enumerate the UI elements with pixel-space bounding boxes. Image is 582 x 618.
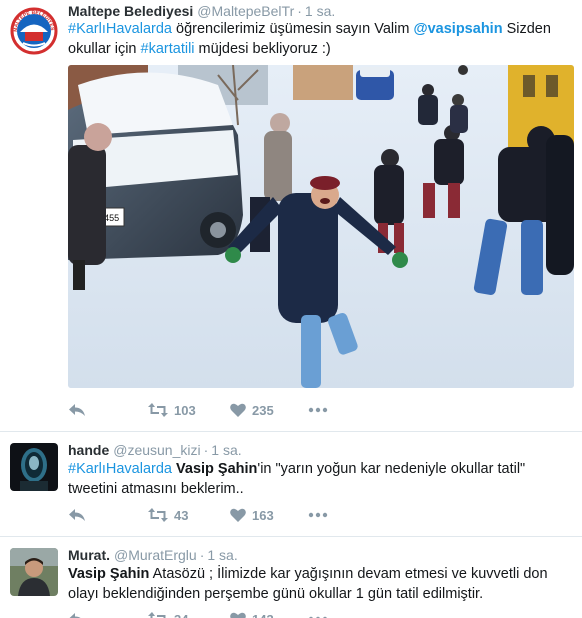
retweet-count: 43 [174,507,189,523]
like-count: 235 [252,402,274,418]
retweet-icon [148,403,168,417]
retweet-icon [148,612,166,618]
separator-dot: · [203,442,209,458]
tweet-actions: 34 143 [68,609,568,618]
tweet-murat: Murat. @MuratErglu · 1 sa. Vasip Şahin Atas… [0,536,582,618]
snow-scene-image: P 5455 [68,65,574,388]
more-icon [308,407,328,413]
reply-icon [69,404,85,416]
like-button[interactable]: 235 [230,400,274,420]
avatar[interactable]: MALTEPE BELEDİYESİ [10,7,58,55]
timestamp[interactable]: 1 sa. [207,547,237,563]
profile-photo-icon [10,443,58,491]
more-icon [308,512,328,518]
timestamp[interactable]: 1 sa. [211,442,241,458]
timestamp[interactable]: 1 sa. [305,3,335,19]
tweet-text-part: müjdesi bekliyoruz :) [194,41,331,57]
display-name[interactable]: Murat. [68,547,110,563]
retweet-button[interactable]: 43 [148,505,188,525]
mention-link[interactable]: @vasipsahin [413,21,502,37]
reply-button[interactable] [68,505,86,525]
reply-button[interactable] [68,609,86,618]
hashtag-link[interactable]: #KarlıHavalarda [68,461,172,477]
tweet-header: Murat. @MuratErglu · 1 sa. [68,546,238,564]
tweet-header: hande @zeusun_kizi · 1 sa. [68,441,242,459]
tweet-photo[interactable]: P 5455 [68,65,574,388]
username[interactable]: @MaltepeBelTr [197,3,294,19]
more-button[interactable] [308,505,328,525]
like-count: 143 [252,612,274,618]
tweet-text: Vasip Şahin Atasözü ; İlimizde kar yağış… [68,564,568,604]
bold-name: Vasip Şahin [176,461,258,477]
avatar[interactable] [10,443,58,491]
tweet-text-part: öğrencilerimiz üşümesin sayın Valim [171,21,414,37]
tweet-actions: 103 235 [68,400,568,420]
reply-button[interactable] [68,400,86,420]
maltepe-logo-icon: MALTEPE BELEDİYESİ [10,7,58,55]
tweet-text: #KarlıHavalarda öğrencilerimiz üşümesin … [68,19,568,59]
tweet-maltepe: MALTEPE BELEDİYESİ Maltepe Belediyesi@Ma… [0,0,582,431]
heart-icon [230,403,246,417]
retweet-count: 34 [174,612,188,618]
hashtag-link[interactable]: #KarlıHavalarda [68,21,172,37]
avatar[interactable] [10,548,58,596]
bold-name: Vasip Şahin [68,566,150,582]
tweet-actions: 43 163 [68,505,568,525]
tweet-text: #KarlıHavalarda Vasip Şahin'in "yarın yo… [68,459,568,499]
reply-icon [69,613,81,618]
reply-icon [69,509,85,521]
heart-icon [230,508,246,522]
separator-dot: · [297,3,302,19]
hashtag-link[interactable]: #kartatili [141,41,195,57]
username[interactable]: @zeusun_kizi [113,442,200,458]
like-button[interactable]: 143 [230,609,274,618]
retweet-button[interactable]: 103 [148,400,196,420]
display-name[interactable]: hande [68,442,109,458]
retweet-icon [148,508,168,522]
separator-dot: · [199,547,205,563]
more-button[interactable] [308,609,328,618]
retweet-count: 103 [174,402,196,418]
like-count: 163 [252,507,274,523]
username[interactable]: @MuratErglu [114,547,197,563]
profile-photo-icon [10,548,58,596]
like-button[interactable]: 163 [230,505,274,525]
more-button[interactable] [308,400,328,420]
display-name[interactable]: Maltepe Belediyesi [68,3,193,19]
tweet-header: Maltepe Belediyesi @MaltepeBelTr · 1 sa. [68,2,335,20]
retweet-button[interactable]: 34 [148,609,188,618]
heart-icon [230,612,246,618]
